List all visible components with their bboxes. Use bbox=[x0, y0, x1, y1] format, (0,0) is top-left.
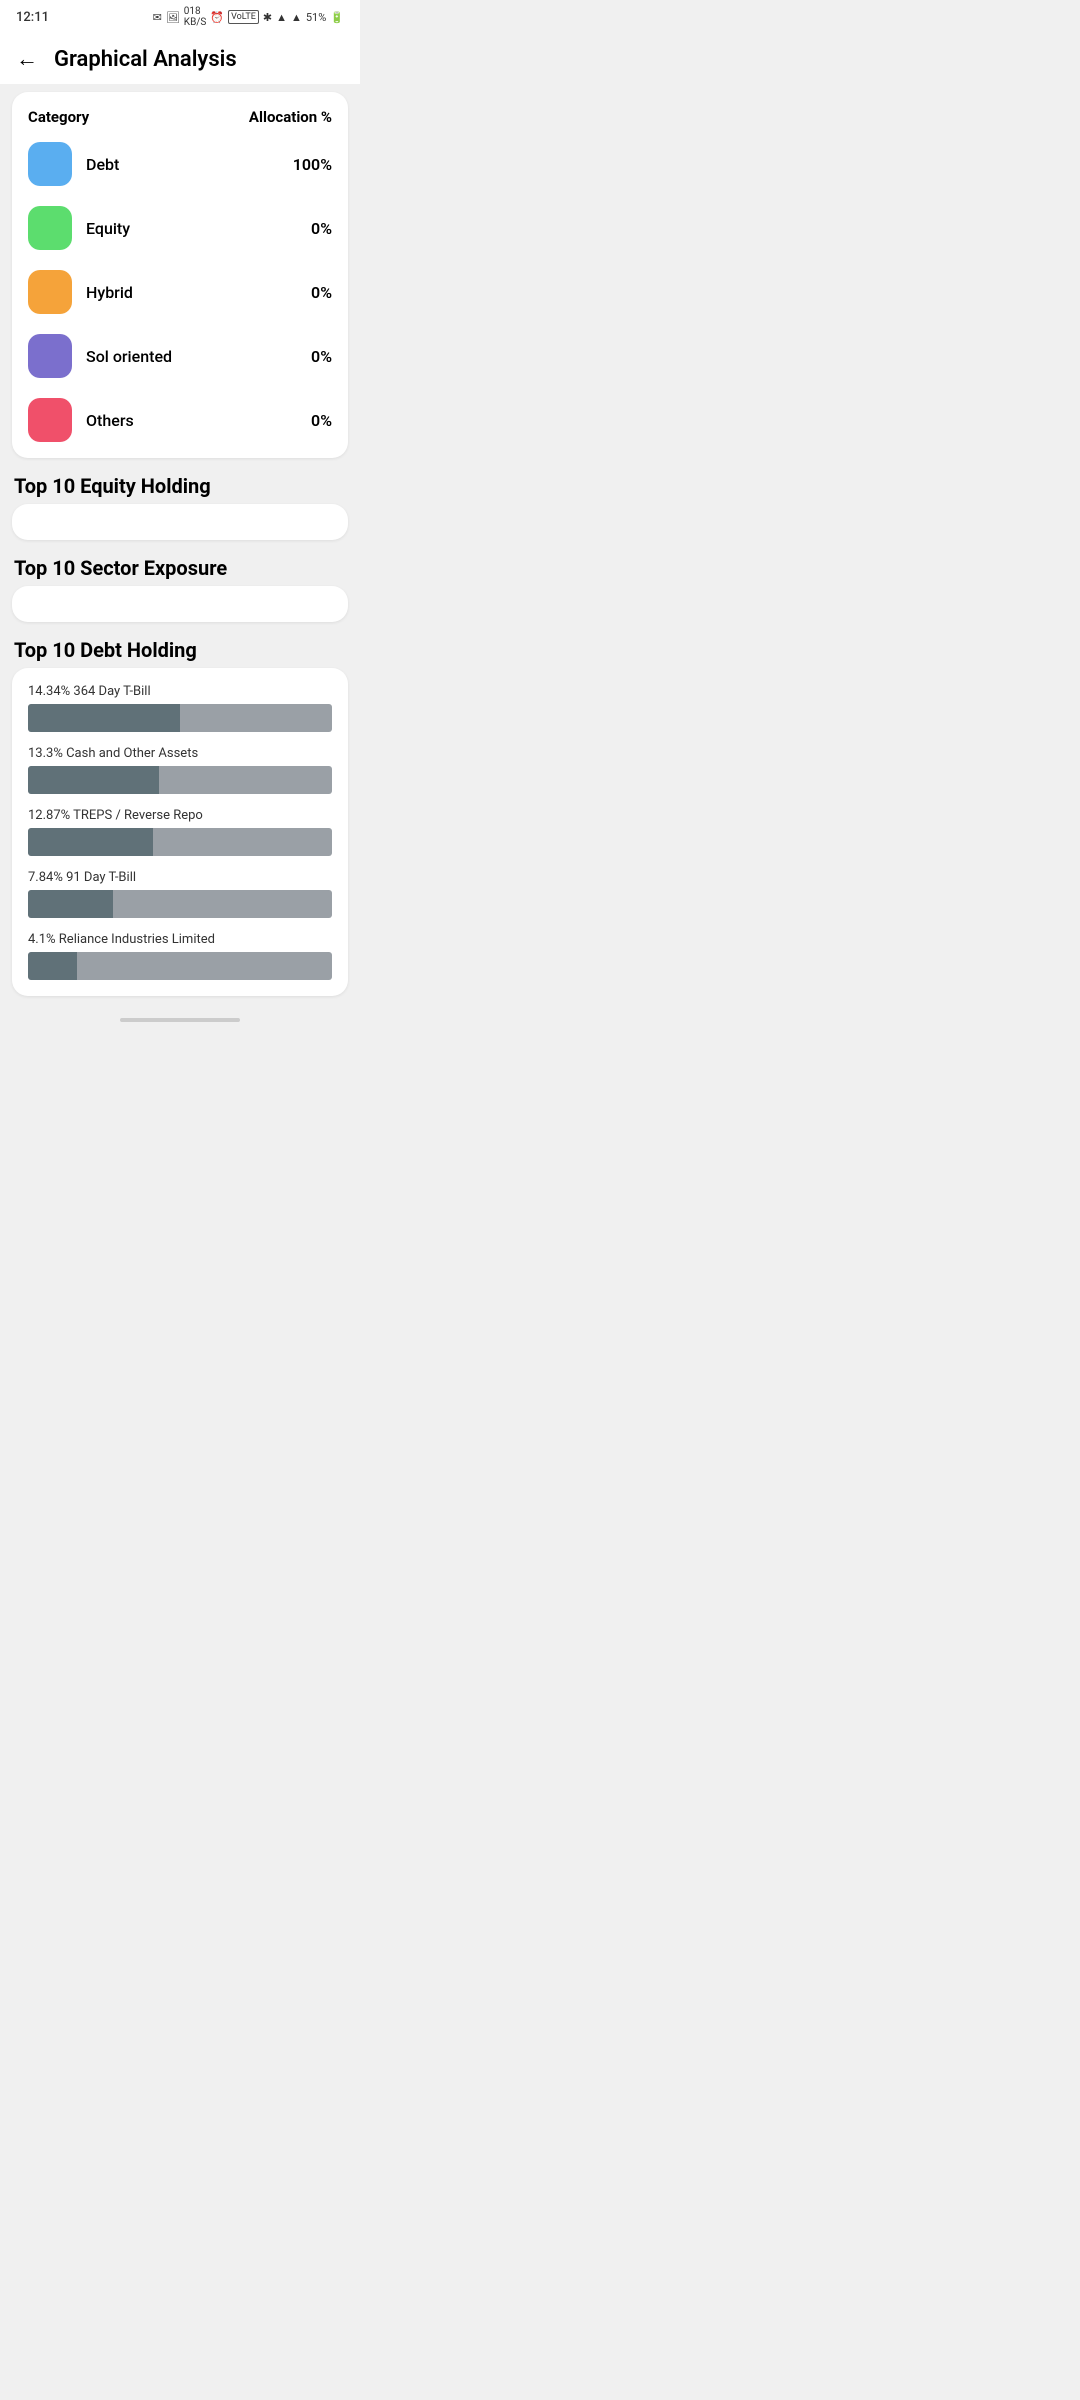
bar-track-0 bbox=[28, 704, 332, 732]
allocation-header: Category Allocation % bbox=[28, 108, 332, 126]
alarm-icon: ⏰ bbox=[210, 11, 224, 24]
status-bar: 12:11 ✉ 🖼 018KB/S ⏰ VoLTE ✱ ▲ ▲ 51% 🔋 bbox=[0, 0, 360, 34]
debt-item-label-4: 4.1% Reliance Industries Limited bbox=[28, 932, 332, 947]
bar-track-1 bbox=[28, 766, 332, 794]
bar-fill-1 bbox=[28, 766, 159, 794]
bar-track-2 bbox=[28, 828, 332, 856]
bluetooth-icon: ✱ bbox=[263, 11, 272, 24]
debt-item: 4.1% Reliance Industries Limited bbox=[28, 932, 332, 980]
allocation-pct-3: 0% bbox=[311, 347, 332, 366]
debt-item: 13.3% Cash and Other Assets bbox=[28, 746, 332, 794]
color-swatch-3 bbox=[28, 334, 72, 378]
data-speed: 018KB/S bbox=[184, 6, 207, 28]
allocation-left-4: Others bbox=[28, 398, 134, 442]
header: ← Graphical Analysis bbox=[0, 34, 360, 84]
allocation-pct-4: 0% bbox=[311, 411, 332, 430]
allocation-header-pct: Allocation % bbox=[249, 108, 332, 126]
battery-text: 51% bbox=[306, 11, 326, 24]
sector-empty-card bbox=[12, 586, 348, 622]
status-time: 12:11 bbox=[16, 10, 49, 25]
battery-icon: 🔋 bbox=[330, 11, 344, 24]
allocation-row: Debt 100% bbox=[28, 142, 332, 186]
volte-icon: VoLTE bbox=[228, 10, 259, 24]
scroll-indicator bbox=[12, 1008, 348, 1026]
bar-track-4 bbox=[28, 952, 332, 980]
bar-fill-2 bbox=[28, 828, 153, 856]
sector-section: Top 10 Sector Exposure bbox=[12, 552, 348, 622]
page-title: Graphical Analysis bbox=[54, 47, 237, 72]
debt-item: 12.87% TREPS / Reverse Repo bbox=[28, 808, 332, 856]
debt-section: Top 10 Debt Holding 14.34% 364 Day T-Bil… bbox=[12, 634, 348, 996]
wifi-icon: ▲ bbox=[276, 11, 287, 24]
equity-empty-card bbox=[12, 504, 348, 540]
debt-card: 14.34% 364 Day T-Bill 13.3% Cash and Oth… bbox=[12, 668, 348, 996]
scroll-bar bbox=[120, 1018, 240, 1022]
mail-icon: ✉ bbox=[153, 11, 162, 24]
allocation-name-4: Others bbox=[86, 411, 134, 430]
allocation-pct-1: 0% bbox=[311, 219, 332, 238]
allocation-left-2: Hybrid bbox=[28, 270, 133, 314]
allocation-pct-0: 100% bbox=[293, 155, 332, 174]
equity-section: Top 10 Equity Holding bbox=[12, 470, 348, 540]
main-content: Category Allocation % Debt 100% Equity 0… bbox=[0, 84, 360, 1034]
allocation-pct-2: 0% bbox=[311, 283, 332, 302]
allocation-row: Sol oriented 0% bbox=[28, 334, 332, 378]
allocation-row: Others 0% bbox=[28, 398, 332, 442]
allocation-left-3: Sol oriented bbox=[28, 334, 172, 378]
category-header-label: Category bbox=[28, 108, 89, 126]
allocation-card: Category Allocation % Debt 100% Equity 0… bbox=[12, 92, 348, 458]
signal-icon: ▲ bbox=[291, 11, 302, 24]
allocation-row: Hybrid 0% bbox=[28, 270, 332, 314]
sector-title: Top 10 Sector Exposure bbox=[12, 556, 348, 580]
allocation-left-1: Equity bbox=[28, 206, 130, 250]
image-icon: 🖼 bbox=[166, 11, 180, 24]
debt-title: Top 10 Debt Holding bbox=[12, 638, 348, 662]
color-swatch-0 bbox=[28, 142, 72, 186]
color-swatch-2 bbox=[28, 270, 72, 314]
allocation-rows: Debt 100% Equity 0% Hybrid 0% Sol orient… bbox=[28, 142, 332, 442]
status-icons: ✉ 🖼 018KB/S ⏰ VoLTE ✱ ▲ ▲ 51% 🔋 bbox=[153, 6, 344, 28]
color-swatch-1 bbox=[28, 206, 72, 250]
allocation-row: Equity 0% bbox=[28, 206, 332, 250]
allocation-name-2: Hybrid bbox=[86, 283, 133, 302]
color-swatch-4 bbox=[28, 398, 72, 442]
back-button[interactable]: ← bbox=[16, 46, 38, 72]
bar-fill-0 bbox=[28, 704, 180, 732]
debt-item-label-1: 13.3% Cash and Other Assets bbox=[28, 746, 332, 761]
debt-item-label-0: 14.34% 364 Day T-Bill bbox=[28, 684, 332, 699]
allocation-name-0: Debt bbox=[86, 155, 119, 174]
equity-title: Top 10 Equity Holding bbox=[12, 474, 348, 498]
debt-item-label-2: 12.87% TREPS / Reverse Repo bbox=[28, 808, 332, 823]
bar-fill-3 bbox=[28, 890, 113, 918]
bar-track-3 bbox=[28, 890, 332, 918]
allocation-name-3: Sol oriented bbox=[86, 347, 172, 366]
debt-item: 7.84% 91 Day T-Bill bbox=[28, 870, 332, 918]
debt-item-label-3: 7.84% 91 Day T-Bill bbox=[28, 870, 332, 885]
debt-item: 14.34% 364 Day T-Bill bbox=[28, 684, 332, 732]
bar-fill-4 bbox=[28, 952, 77, 980]
allocation-left-0: Debt bbox=[28, 142, 119, 186]
allocation-name-1: Equity bbox=[86, 219, 130, 238]
